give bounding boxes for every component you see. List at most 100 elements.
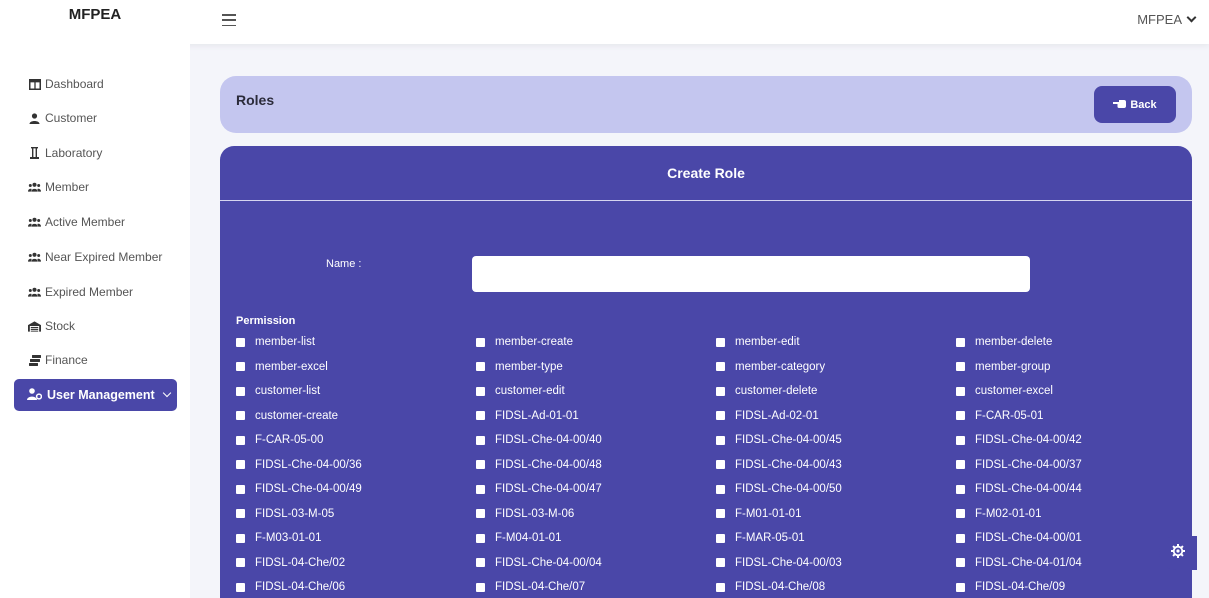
permission-item[interactable]: customer-excel [956, 385, 1053, 397]
permission-item[interactable]: FIDSL-Ad-01-01 [476, 410, 579, 422]
permission-checkbox[interactable] [716, 362, 725, 371]
permission-checkbox[interactable] [956, 362, 965, 371]
user-menu[interactable]: MFPEA [1137, 12, 1197, 27]
permission-checkbox[interactable] [236, 386, 245, 396]
permission-item[interactable]: FIDSL-04-Che/06 [236, 581, 345, 593]
permission-item[interactable]: FIDSL-Che-04-00/36 [236, 459, 362, 471]
permission-checkbox[interactable] [236, 337, 245, 347]
sidebar-item-customer[interactable]: Customer [28, 111, 97, 125]
permission-item[interactable]: F-CAR-05-00 [236, 434, 323, 446]
permission-item[interactable]: member-excel [236, 361, 328, 373]
sidebar-item-stock[interactable]: Stock [28, 319, 75, 333]
sidebar-item-expired-member[interactable]: Expired Member [28, 285, 133, 299]
permission-checkbox[interactable] [716, 484, 725, 494]
permission-item[interactable]: F-MAR-05-01 [716, 532, 805, 544]
permission-item[interactable]: F-M02-01-01 [956, 508, 1041, 520]
permission-item[interactable]: FIDSL-Che-04-00/01 [956, 532, 1082, 544]
sidebar-item-active-member[interactable]: Active Member [28, 215, 125, 229]
permission-checkbox[interactable] [476, 484, 485, 494]
hamburger-menu-icon[interactable] [222, 14, 236, 26]
permission-checkbox[interactable] [716, 411, 725, 420]
permission-checkbox[interactable] [236, 362, 245, 371]
permission-item[interactable]: member-edit [716, 336, 800, 348]
permission-checkbox[interactable] [476, 362, 485, 371]
permission-item[interactable]: member-category [716, 361, 825, 373]
permission-checkbox[interactable] [716, 460, 725, 469]
permission-checkbox[interactable] [956, 337, 965, 347]
sidebar-item-finance[interactable]: Finance [28, 353, 88, 367]
permission-item[interactable]: FIDSL-03-M-05 [236, 508, 334, 520]
permission-checkbox[interactable] [236, 411, 245, 420]
permission-checkbox[interactable] [476, 411, 485, 420]
permission-checkbox[interactable] [956, 411, 965, 420]
permission-checkbox[interactable] [716, 533, 725, 543]
permission-item[interactable]: member-create [476, 336, 573, 348]
permission-item[interactable]: FIDSL-04-Che/09 [956, 581, 1065, 593]
permission-checkbox[interactable] [956, 484, 965, 494]
sidebar-item-near-expired-member[interactable]: Near Expired Member [28, 250, 162, 264]
permission-checkbox[interactable] [956, 386, 965, 396]
permission-checkbox[interactable] [716, 435, 725, 445]
permission-item[interactable]: FIDSL-Che-04-00/50 [716, 483, 842, 495]
permission-checkbox[interactable] [716, 509, 725, 518]
permission-item[interactable]: member-delete [956, 336, 1052, 348]
permission-checkbox[interactable] [236, 533, 245, 543]
permission-item[interactable]: FIDSL-Che-04-00/47 [476, 483, 602, 495]
permission-checkbox[interactable] [476, 558, 485, 567]
permission-checkbox[interactable] [956, 582, 965, 592]
permission-checkbox[interactable] [956, 558, 965, 567]
permission-checkbox[interactable] [236, 558, 245, 567]
permission-checkbox[interactable] [716, 386, 725, 396]
permission-item[interactable]: member-type [476, 361, 563, 373]
permission-checkbox[interactable] [476, 582, 485, 592]
permission-item[interactable]: FIDSL-Che-04-00/43 [716, 459, 842, 471]
brand-logo[interactable]: MFPEA [0, 0, 190, 44]
sidebar-item-laboratory[interactable]: Laboratory [28, 146, 102, 160]
permission-checkbox[interactable] [236, 582, 245, 592]
permission-checkbox[interactable] [716, 337, 725, 347]
permission-item[interactable]: F-M03-01-01 [236, 532, 321, 544]
permission-item[interactable]: FIDSL-Che-04-00/45 [716, 434, 842, 446]
permission-item[interactable]: customer-edit [476, 385, 565, 397]
permission-item[interactable]: FIDSL-Che-04-01/04 [956, 557, 1082, 569]
sidebar-item-dashboard[interactable]: Dashboard [28, 77, 104, 91]
permission-checkbox[interactable] [476, 509, 485, 518]
permission-item[interactable]: FIDSL-Che-04-00/48 [476, 459, 602, 471]
permission-item[interactable]: F-M01-01-01 [716, 508, 801, 520]
permission-item[interactable]: FIDSL-Che-04-00/37 [956, 459, 1082, 471]
permission-item[interactable]: customer-create [236, 410, 338, 422]
permission-checkbox[interactable] [956, 509, 965, 518]
permission-item[interactable]: FIDSL-04-Che/02 [236, 557, 345, 569]
permission-item[interactable]: FIDSL-03-M-06 [476, 508, 574, 520]
permission-item[interactable]: FIDSL-Che-04-00/04 [476, 557, 602, 569]
permission-item[interactable]: F-CAR-05-01 [956, 410, 1043, 422]
permission-checkbox[interactable] [716, 582, 725, 592]
sidebar-item-member[interactable]: Member [28, 180, 89, 194]
permission-checkbox[interactable] [236, 460, 245, 469]
permission-checkbox[interactable] [956, 460, 965, 469]
permission-item[interactable]: member-list [236, 336, 315, 348]
permission-checkbox[interactable] [236, 484, 245, 494]
permission-item[interactable]: FIDSL-Ad-02-01 [716, 410, 819, 422]
settings-button[interactable] [1159, 536, 1197, 570]
sidebar-item-user-management[interactable]: User Management [14, 379, 177, 411]
permission-item[interactable]: FIDSL-Che-04-00/49 [236, 483, 362, 495]
permission-checkbox[interactable] [956, 435, 965, 445]
permission-item[interactable]: customer-delete [716, 385, 817, 397]
permission-checkbox[interactable] [476, 460, 485, 469]
permission-checkbox[interactable] [236, 509, 245, 518]
permission-item[interactable]: F-M04-01-01 [476, 532, 561, 544]
permission-item[interactable]: FIDSL-04-Che/07 [476, 581, 585, 593]
permission-item[interactable]: member-group [956, 361, 1050, 373]
back-button[interactable]: Back [1094, 86, 1176, 123]
permission-item[interactable]: FIDSL-Che-04-00/40 [476, 434, 602, 446]
permission-item[interactable]: FIDSL-Che-04-00/44 [956, 483, 1082, 495]
permission-checkbox[interactable] [476, 337, 485, 347]
permission-checkbox[interactable] [476, 533, 485, 543]
permission-checkbox[interactable] [236, 435, 245, 445]
permission-item[interactable]: FIDSL-Che-04-00/03 [716, 557, 842, 569]
permission-checkbox[interactable] [476, 435, 485, 445]
permission-checkbox[interactable] [956, 533, 965, 543]
permission-item[interactable]: customer-list [236, 385, 320, 397]
permission-checkbox[interactable] [476, 386, 485, 396]
